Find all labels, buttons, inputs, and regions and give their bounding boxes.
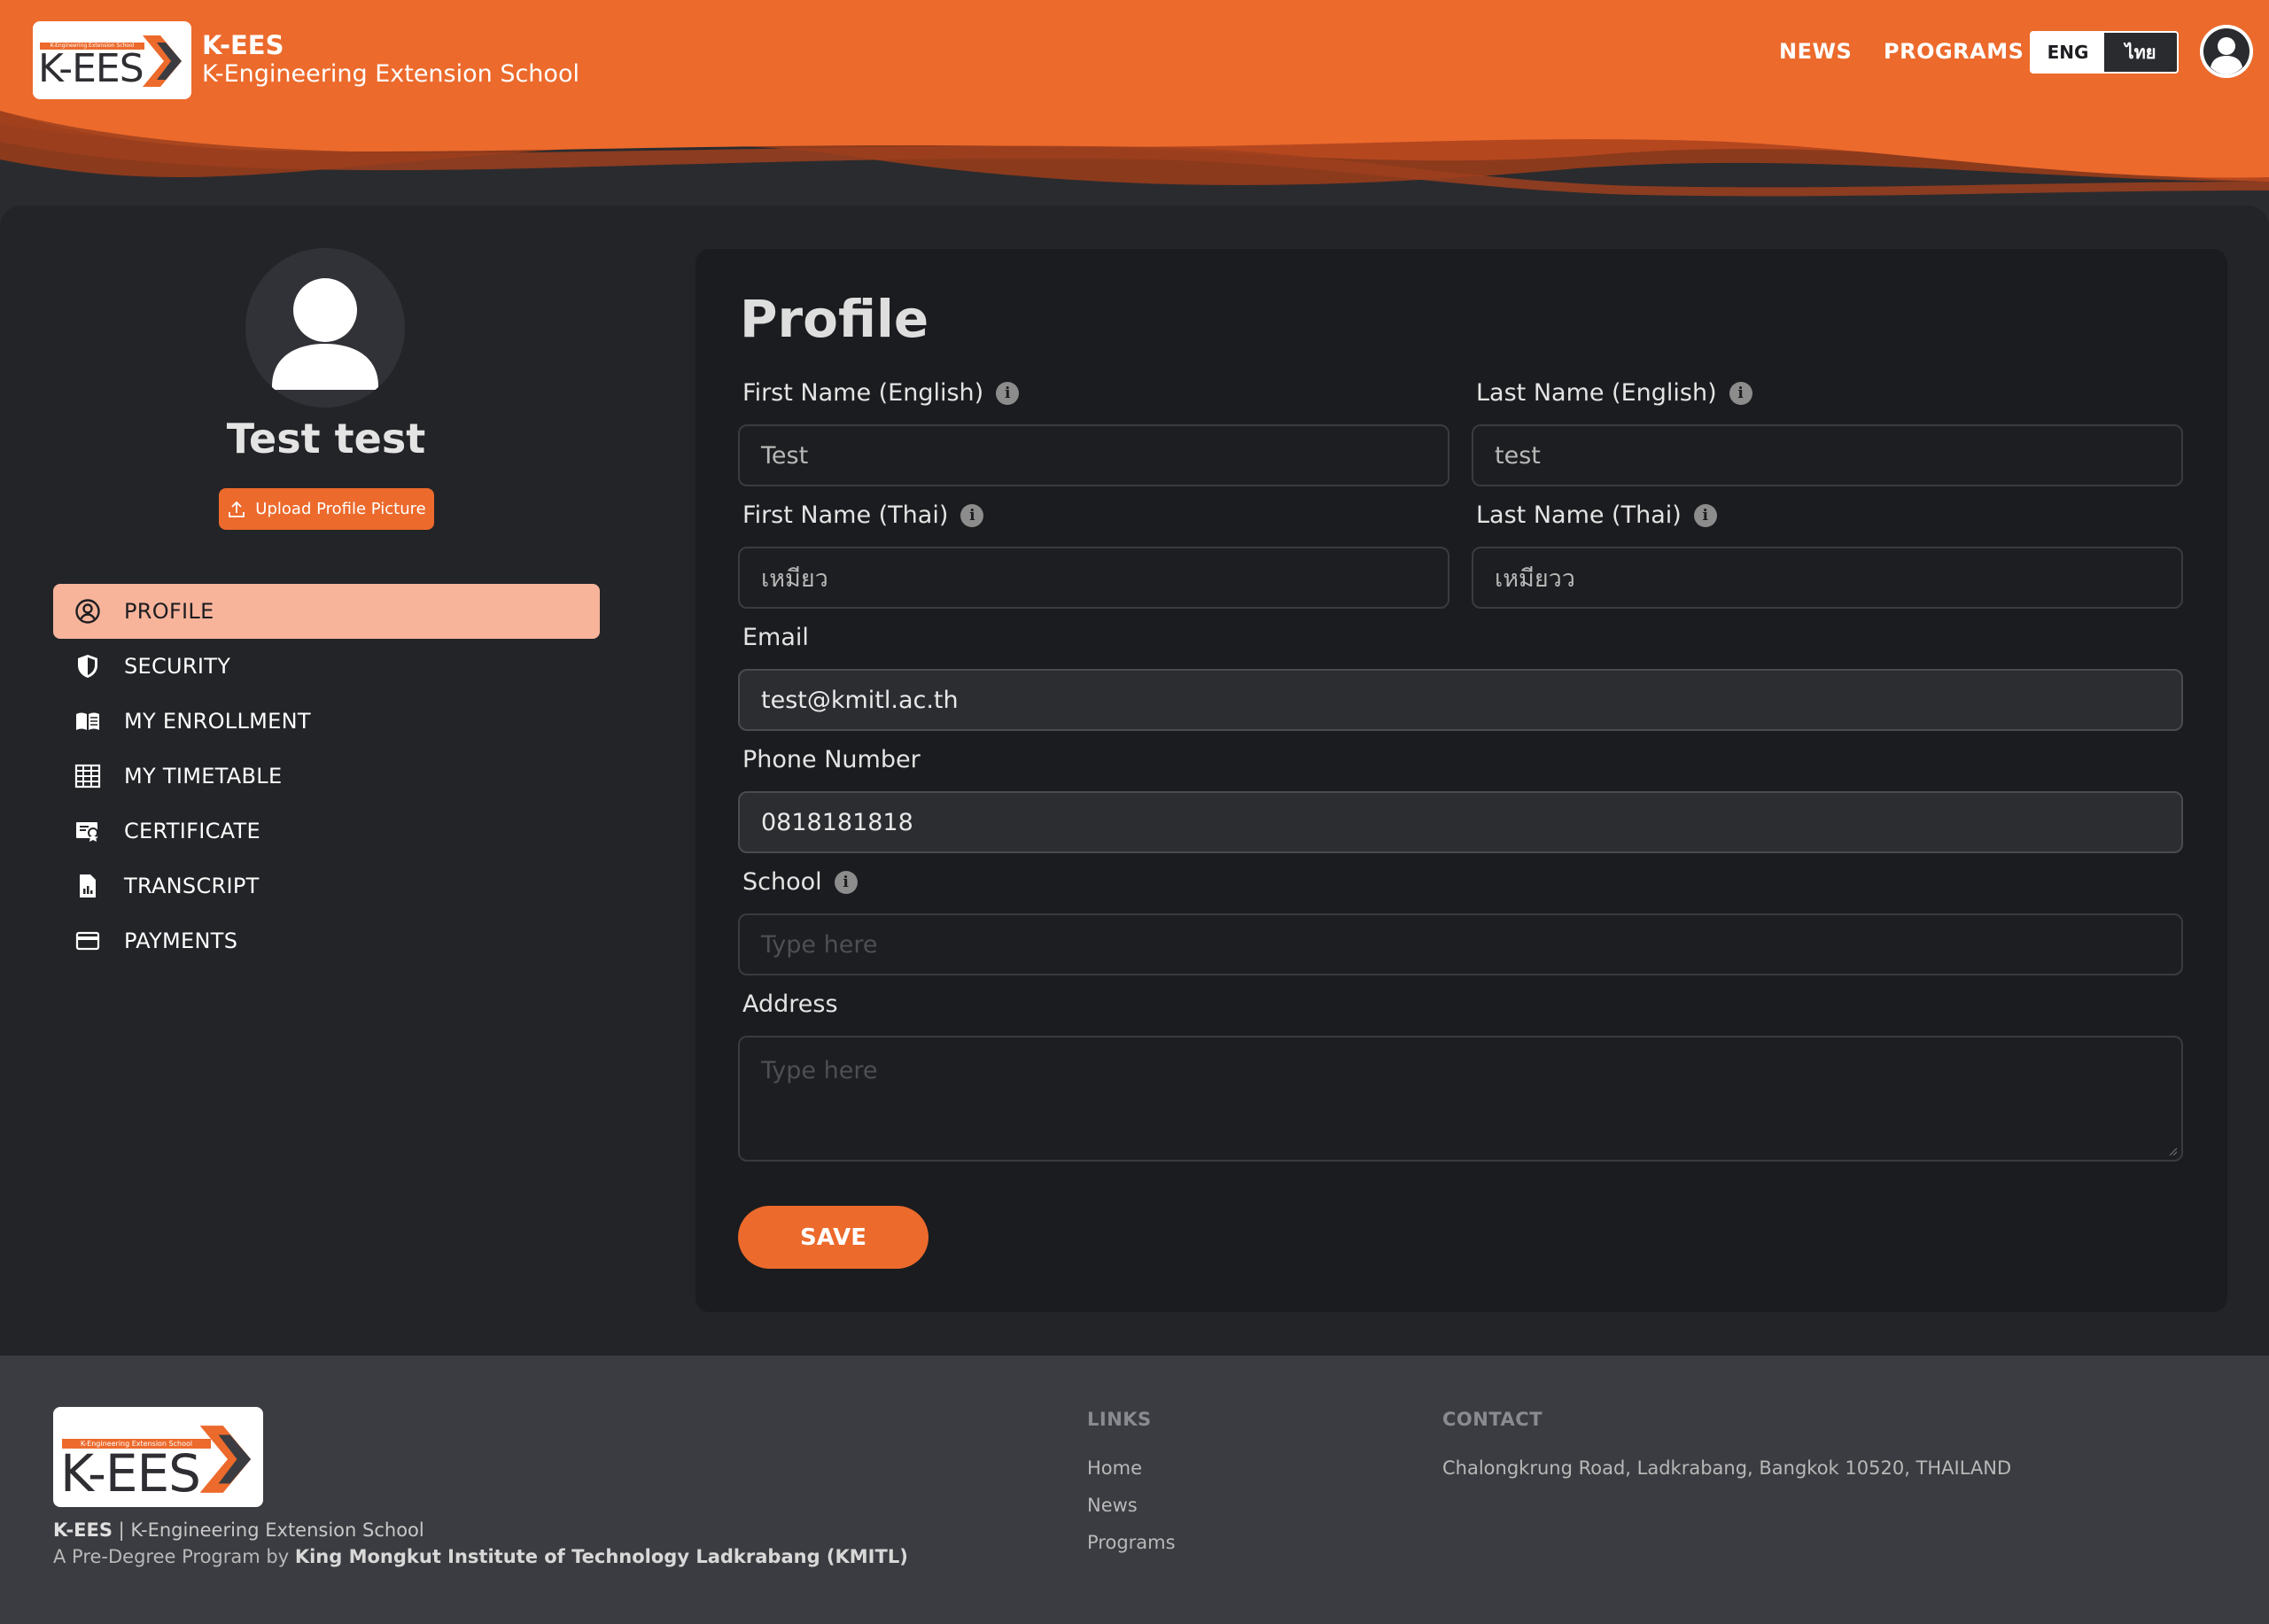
footer-brand-line: K-EES | K-Engineering Extension School bbox=[53, 1519, 424, 1541]
header-logo[interactable]: K-Engineering Extension School K-EES bbox=[33, 21, 191, 99]
footer-brand-rest: K-Engineering Extension School bbox=[130, 1519, 424, 1541]
footer-contact-address: Chalongkrung Road, Ladkrabang, Bangkok 1… bbox=[1442, 1457, 2012, 1479]
first-name-en-label: First Name (English) i bbox=[742, 379, 1020, 407]
sidebar-item-my-timetable[interactable]: MY TIMETABLE bbox=[53, 749, 600, 804]
first-name-th-input[interactable]: เหมียว bbox=[738, 547, 1449, 609]
profile-avatar bbox=[245, 248, 405, 408]
credit-card-icon bbox=[73, 926, 103, 956]
user-circle-icon bbox=[2200, 25, 2253, 78]
footer-link-programs[interactable]: Programs bbox=[1087, 1532, 1176, 1553]
nav-programs-link[interactable]: PROGRAMS bbox=[1884, 39, 2024, 64]
save-button[interactable]: SAVE bbox=[738, 1206, 929, 1269]
sidebar-item-profile[interactable]: PROFILE bbox=[53, 584, 600, 639]
phone-label: Phone Number bbox=[742, 746, 921, 773]
email-field[interactable]: test@kmitl.ac.th bbox=[738, 669, 2183, 731]
field-label-text: Last Name (English) bbox=[1476, 379, 1717, 407]
first-name-en-input[interactable]: Test bbox=[738, 424, 1449, 486]
footer-link-news[interactable]: News bbox=[1087, 1495, 1138, 1516]
school-input[interactable]: Type here bbox=[738, 913, 2183, 975]
sidebar-item-label: PROFILE bbox=[124, 599, 214, 624]
sidebar-item-label: MY ENROLLMENT bbox=[124, 709, 311, 734]
input-value: เหมียว bbox=[761, 564, 828, 593]
logo-wordmark: K-EES bbox=[38, 46, 144, 91]
last-name-th-input[interactable]: เหมียวว bbox=[1472, 547, 2183, 609]
sidebar-item-label: MY TIMETABLE bbox=[124, 764, 283, 789]
sidebar-item-label: SECURITY bbox=[124, 654, 231, 679]
info-icon[interactable]: i bbox=[834, 870, 858, 894]
email-label: Email bbox=[742, 624, 809, 651]
lang-eng-button[interactable]: ENG bbox=[2032, 33, 2104, 72]
field-label-text: School bbox=[742, 868, 822, 896]
header-wave-background bbox=[0, 0, 2269, 213]
footer-program-org: King Mongkut Institute of Technology Lad… bbox=[294, 1546, 908, 1567]
input-placeholder: Type here bbox=[761, 930, 878, 959]
school-label: School i bbox=[742, 868, 858, 896]
footer-link-home[interactable]: Home bbox=[1087, 1457, 1142, 1479]
info-icon[interactable]: i bbox=[1729, 381, 1752, 405]
footer-brand-separator: | bbox=[112, 1519, 131, 1541]
input-value: เหมียวว bbox=[1495, 564, 1575, 593]
upload-button-label: Upload Profile Picture bbox=[255, 500, 426, 518]
site-footer bbox=[0, 1356, 2269, 1624]
logo-chevron-icon bbox=[143, 35, 182, 87]
resize-handle-icon[interactable] bbox=[2169, 1147, 2178, 1156]
footer-links-heading: LINKS bbox=[1087, 1409, 1152, 1430]
logo-wordmark: K-EES bbox=[60, 1443, 201, 1504]
last-name-en-label: Last Name (English) i bbox=[1476, 379, 1752, 407]
sidebar-item-security[interactable]: SECURITY bbox=[53, 639, 600, 694]
page-title: Profile bbox=[740, 289, 929, 349]
upload-icon bbox=[229, 501, 245, 517]
field-label-text: Address bbox=[742, 991, 838, 1018]
sidebar-item-transcript[interactable]: TRANSCRIPT bbox=[53, 859, 600, 913]
brand-name: K-EES bbox=[202, 30, 284, 60]
shield-icon bbox=[73, 651, 103, 681]
brand-subtitle: K-Engineering Extension School bbox=[202, 60, 579, 88]
field-label-text: First Name (English) bbox=[742, 379, 984, 407]
language-toggle: ENG ไทย bbox=[2030, 31, 2179, 74]
field-label-text: Last Name (Thai) bbox=[1476, 501, 1682, 529]
sidebar-item-payments[interactable]: PAYMENTS bbox=[53, 913, 600, 968]
site-header: K-Engineering Extension School K-EES K-E… bbox=[0, 0, 2269, 213]
footer-program-prefix: A Pre-Degree Program by bbox=[53, 1546, 295, 1567]
document-chart-icon bbox=[73, 871, 103, 901]
upload-profile-picture-button[interactable]: Upload Profile Picture bbox=[219, 488, 434, 530]
last-name-th-label: Last Name (Thai) i bbox=[1476, 501, 1717, 529]
footer-brand-bold: K-EES bbox=[53, 1519, 113, 1541]
first-name-th-label: First Name (Thai) i bbox=[742, 501, 984, 529]
last-name-en-input[interactable]: test bbox=[1472, 424, 2183, 486]
info-icon[interactable]: i bbox=[1693, 503, 1717, 527]
sidebar-item-label: TRANSCRIPT bbox=[124, 874, 260, 898]
sidebar-item-certificate[interactable]: CERTIFICATE bbox=[53, 804, 600, 859]
input-placeholder: Type here bbox=[761, 1057, 878, 1084]
user-circle-icon bbox=[73, 596, 103, 626]
info-icon[interactable]: i bbox=[960, 503, 984, 527]
field-label-text: Email bbox=[742, 624, 809, 651]
footer-contact-heading: CONTACT bbox=[1442, 1409, 1543, 1430]
input-value: test@kmitl.ac.th bbox=[761, 686, 959, 714]
input-value: Test bbox=[761, 441, 809, 470]
lang-thai-button[interactable]: ไทย bbox=[2104, 33, 2177, 72]
field-label-text: First Name (Thai) bbox=[742, 501, 949, 529]
profile-name: Test test bbox=[226, 415, 426, 462]
info-icon[interactable]: i bbox=[996, 381, 1020, 405]
logo-chevron-icon bbox=[199, 1426, 252, 1493]
certificate-icon bbox=[73, 816, 103, 846]
footer-program-line: A Pre-Degree Program by King Mongkut Ins… bbox=[53, 1546, 908, 1567]
sidebar-item-label: CERTIFICATE bbox=[124, 819, 260, 843]
input-value: 0818181818 bbox=[761, 808, 913, 836]
user-menu-avatar[interactable] bbox=[2200, 25, 2253, 78]
input-value: test bbox=[1495, 441, 1541, 470]
book-icon bbox=[73, 706, 103, 736]
address-textarea[interactable]: Type here bbox=[738, 1036, 2183, 1162]
phone-field[interactable]: 0818181818 bbox=[738, 791, 2183, 853]
user-silhouette-icon bbox=[245, 248, 405, 408]
address-label: Address bbox=[742, 991, 838, 1018]
sidebar-item-my-enrollment[interactable]: MY ENROLLMENT bbox=[53, 694, 600, 749]
table-icon bbox=[73, 761, 103, 791]
sidebar-item-label: PAYMENTS bbox=[124, 929, 238, 953]
footer-logo[interactable]: K-Engineering Extension School K-EES bbox=[53, 1407, 263, 1507]
nav-news-link[interactable]: NEWS bbox=[1779, 39, 1852, 64]
field-label-text: Phone Number bbox=[742, 746, 921, 773]
